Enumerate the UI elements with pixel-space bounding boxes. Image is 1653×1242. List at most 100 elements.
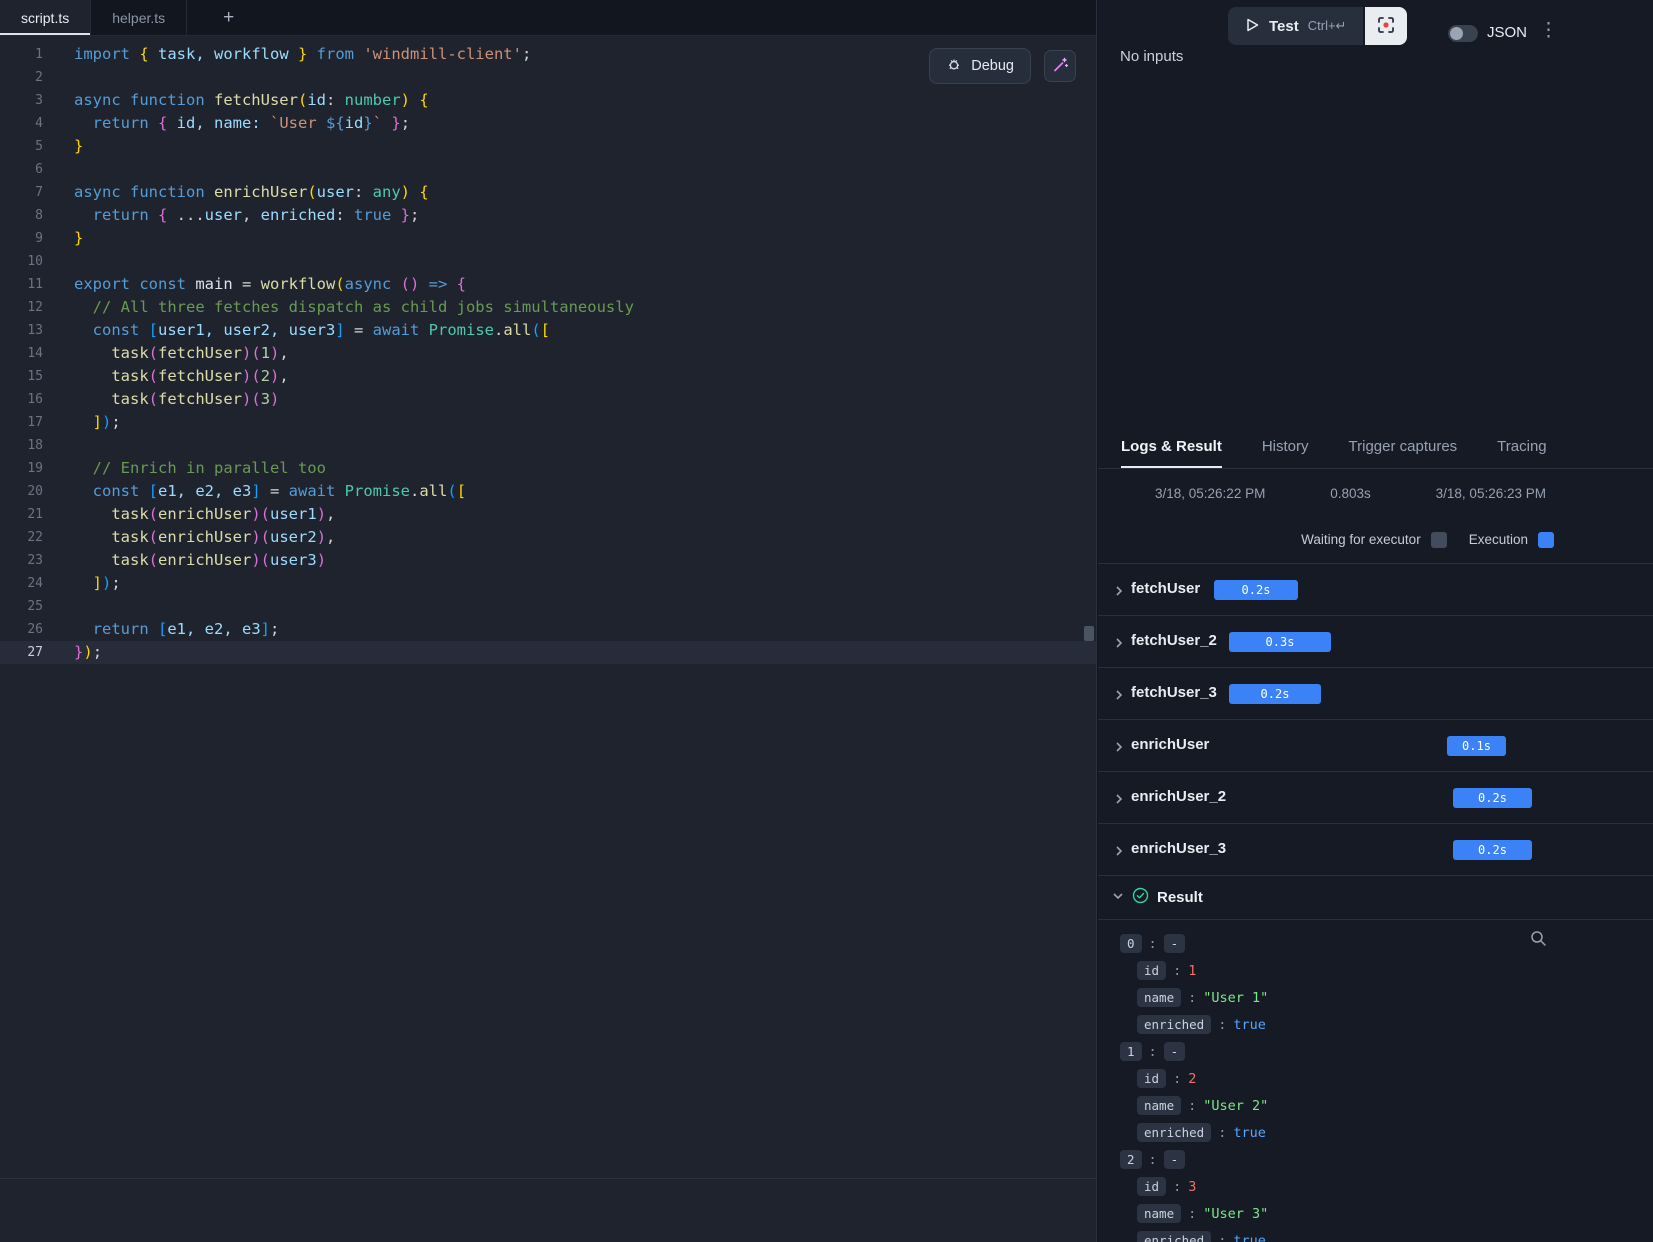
job-name: enrichUser	[1131, 736, 1209, 753]
code-line[interactable]: 11export const main = workflow(async () …	[0, 273, 1096, 296]
code-line[interactable]: 7async function enrichUser(user: any) {	[0, 181, 1096, 204]
code-line[interactable]: 14 task(fetchUser)(1),	[0, 342, 1096, 365]
job-row-fetchuser-3[interactable]: fetchUser_30.2s	[1098, 668, 1653, 720]
code-line[interactable]: 20 const [e1, e2, e3] = await Promise.al…	[0, 480, 1096, 503]
line-content: task(fetchUser)(3)	[43, 388, 279, 411]
duration-badge[interactable]: 0.2s	[1229, 684, 1321, 704]
result-key[interactable]: id	[1137, 961, 1166, 980]
code-token: ;	[410, 206, 419, 224]
code-token: ;	[111, 574, 120, 592]
line-number: 6	[0, 158, 43, 181]
code-line[interactable]: 22 task(enrichUser)(user2),	[0, 526, 1096, 549]
tab-logs-result[interactable]: Logs & Result	[1121, 424, 1222, 468]
duration-badge[interactable]: 0.3s	[1229, 632, 1331, 652]
chevron-right-icon[interactable]	[1113, 740, 1125, 758]
result-key[interactable]: 0	[1120, 934, 1142, 953]
result-entry: id : 1	[1120, 957, 1653, 984]
code-token: 3	[261, 390, 270, 408]
result-key[interactable]: id	[1137, 1177, 1166, 1196]
run-panel: No inputs Test Ctrl+↵ JSON ⋮ Logs & Resu…	[1098, 0, 1653, 1242]
job-row-enrichuser[interactable]: enrichUser 0.1s	[1098, 720, 1653, 772]
code-token: .	[494, 321, 503, 339]
toggle-knob	[1450, 27, 1463, 40]
code-line[interactable]: 24 ]);	[0, 572, 1096, 595]
code-editor[interactable]: 1import { task, workflow } from 'windmil…	[0, 36, 1096, 1242]
code-token: )	[83, 643, 92, 661]
result-key[interactable]: enriched	[1137, 1231, 1211, 1242]
collapse-toggle[interactable]: -	[1164, 1042, 1186, 1061]
code-line[interactable]: 19 // Enrich in parallel too	[0, 457, 1096, 480]
code-line[interactable]: 6	[0, 158, 1096, 181]
collapse-toggle[interactable]: -	[1164, 1150, 1186, 1169]
chevron-right-icon[interactable]	[1113, 688, 1125, 706]
scrollbar-thumb[interactable]	[1084, 626, 1094, 641]
result-key[interactable]: 1	[1120, 1042, 1142, 1061]
result-header[interactable]: Result	[1098, 876, 1653, 920]
result-key[interactable]: name	[1137, 1204, 1181, 1223]
code-line[interactable]: 25	[0, 595, 1096, 618]
tab-tracing[interactable]: Tracing	[1497, 424, 1546, 468]
result-key[interactable]: name	[1137, 1096, 1181, 1115]
collapse-toggle[interactable]: -	[1164, 934, 1186, 953]
json-toggle[interactable]	[1448, 25, 1478, 42]
result-key[interactable]: id	[1137, 1069, 1166, 1088]
code-line[interactable]: 26 return [e1, e2, e3];	[0, 618, 1096, 641]
line-content: }	[43, 227, 83, 250]
chevron-right-icon[interactable]	[1113, 636, 1125, 654]
chevron-right-icon[interactable]	[1113, 844, 1125, 862]
code-line[interactable]: 12 // All three fetches dispatch as chil…	[0, 296, 1096, 319]
test-up-to-button[interactable]	[1365, 7, 1407, 45]
chevron-right-icon[interactable]	[1113, 792, 1125, 810]
chevron-right-icon[interactable]	[1113, 584, 1125, 602]
code-line[interactable]: 15 task(fetchUser)(2),	[0, 365, 1096, 388]
code-line[interactable]: 23 task(enrichUser)(user3)	[0, 549, 1096, 572]
colon: :	[1149, 1044, 1157, 1060]
duration-badge[interactable]: 0.2s	[1214, 580, 1298, 600]
kebab-menu-icon[interactable]: ⋮	[1539, 19, 1558, 42]
result-key[interactable]: name	[1137, 988, 1181, 1007]
editor-tab-script-ts[interactable]: script.ts	[0, 0, 91, 35]
test-button[interactable]: Test Ctrl+↵	[1228, 7, 1363, 45]
search-icon[interactable]	[1530, 930, 1547, 952]
new-tab-button[interactable]: +	[223, 8, 234, 27]
line-number: 18	[0, 434, 43, 457]
code-line[interactable]: 13 const [user1, user2, user3] = await P…	[0, 319, 1096, 342]
result-key[interactable]: 2	[1120, 1150, 1142, 1169]
duration-badge[interactable]: 0.2s	[1453, 840, 1532, 860]
code-line[interactable]: 16 task(fetchUser)(3)	[0, 388, 1096, 411]
code-line[interactable]: 9}	[0, 227, 1096, 250]
job-row-fetchuser[interactable]: fetchUser0.2s	[1098, 564, 1653, 616]
result-entry: 2 : -	[1120, 1146, 1653, 1173]
debug-button[interactable]: Debug	[929, 48, 1031, 84]
tab-trigger-captures[interactable]: Trigger captures	[1349, 424, 1458, 468]
result-entry: name : "User 3"	[1120, 1200, 1653, 1227]
tab-history[interactable]: History	[1262, 424, 1309, 468]
colon: :	[1188, 1206, 1196, 1222]
scan-target-icon	[1376, 15, 1396, 38]
code-line[interactable]: 8 return { ...user, enriched: true };	[0, 204, 1096, 227]
ai-wand-button[interactable]	[1044, 50, 1076, 82]
code-token: `User	[270, 114, 326, 132]
result-key[interactable]: enriched	[1137, 1123, 1211, 1142]
code-line[interactable]: 17 ]);	[0, 411, 1096, 434]
code-line[interactable]: 18	[0, 434, 1096, 457]
code-token: ,	[326, 505, 335, 523]
duration-badge[interactable]: 0.2s	[1453, 788, 1532, 808]
chevron-down-icon	[1112, 889, 1124, 907]
code-token: )	[317, 528, 326, 546]
result-key[interactable]: enriched	[1137, 1015, 1211, 1034]
code-line[interactable]: 4 return { id, name: `User ${id}` };	[0, 112, 1096, 135]
duration-badge[interactable]: 0.1s	[1447, 736, 1506, 756]
job-row-enrichuser-2[interactable]: enrichUser_20.2s	[1098, 772, 1653, 824]
code-line[interactable]: 27});	[0, 641, 1096, 664]
job-row-fetchuser-2[interactable]: fetchUser_20.3s	[1098, 616, 1653, 668]
code-line[interactable]: 3async function fetchUser(id: number) {	[0, 89, 1096, 112]
code-line[interactable]: 5}	[0, 135, 1096, 158]
test-button-group: Test Ctrl+↵	[1228, 7, 1407, 45]
code-line[interactable]: 10	[0, 250, 1096, 273]
json-toggle-label: JSON	[1487, 24, 1527, 41]
code-line[interactable]: 21 task(enrichUser)(user1),	[0, 503, 1096, 526]
job-row-enrichuser-3[interactable]: enrichUser_30.2s	[1098, 824, 1653, 876]
line-number: 21	[0, 503, 43, 526]
editor-tab-helper-ts[interactable]: helper.ts	[91, 0, 187, 35]
